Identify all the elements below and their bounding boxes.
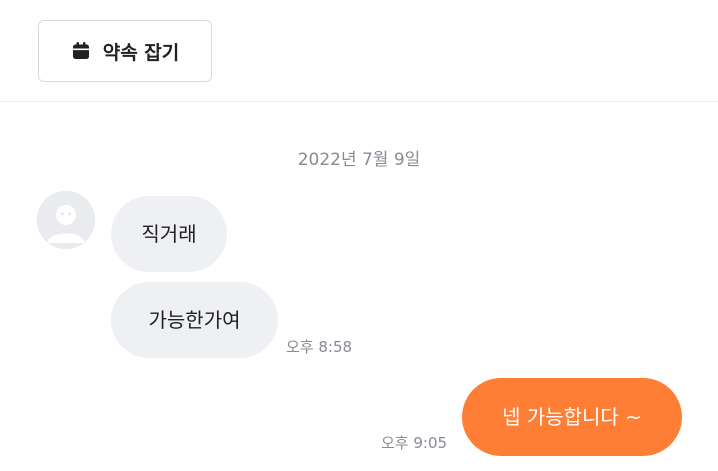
incoming-message-bubble: 가능한가여 bbox=[111, 282, 278, 358]
incoming-message-bubble: 직거래 bbox=[111, 196, 227, 272]
avatar[interactable] bbox=[37, 191, 95, 249]
calendar-icon bbox=[71, 41, 91, 61]
default-profile-icon bbox=[37, 191, 95, 249]
make-appointment-button[interactable]: 약속 잡기 bbox=[38, 20, 212, 82]
outgoing-message-bubble: 넵 가능합니다 ~ bbox=[462, 378, 682, 456]
chat-top-bar: 약속 잡기 bbox=[0, 0, 718, 102]
message-timestamp: 오후 8:58 bbox=[286, 338, 353, 356]
message-timestamp: 오후 9:05 bbox=[381, 434, 448, 452]
date-divider: 2022년 7월 9일 bbox=[297, 150, 421, 170]
make-appointment-label: 약속 잡기 bbox=[102, 41, 180, 64]
